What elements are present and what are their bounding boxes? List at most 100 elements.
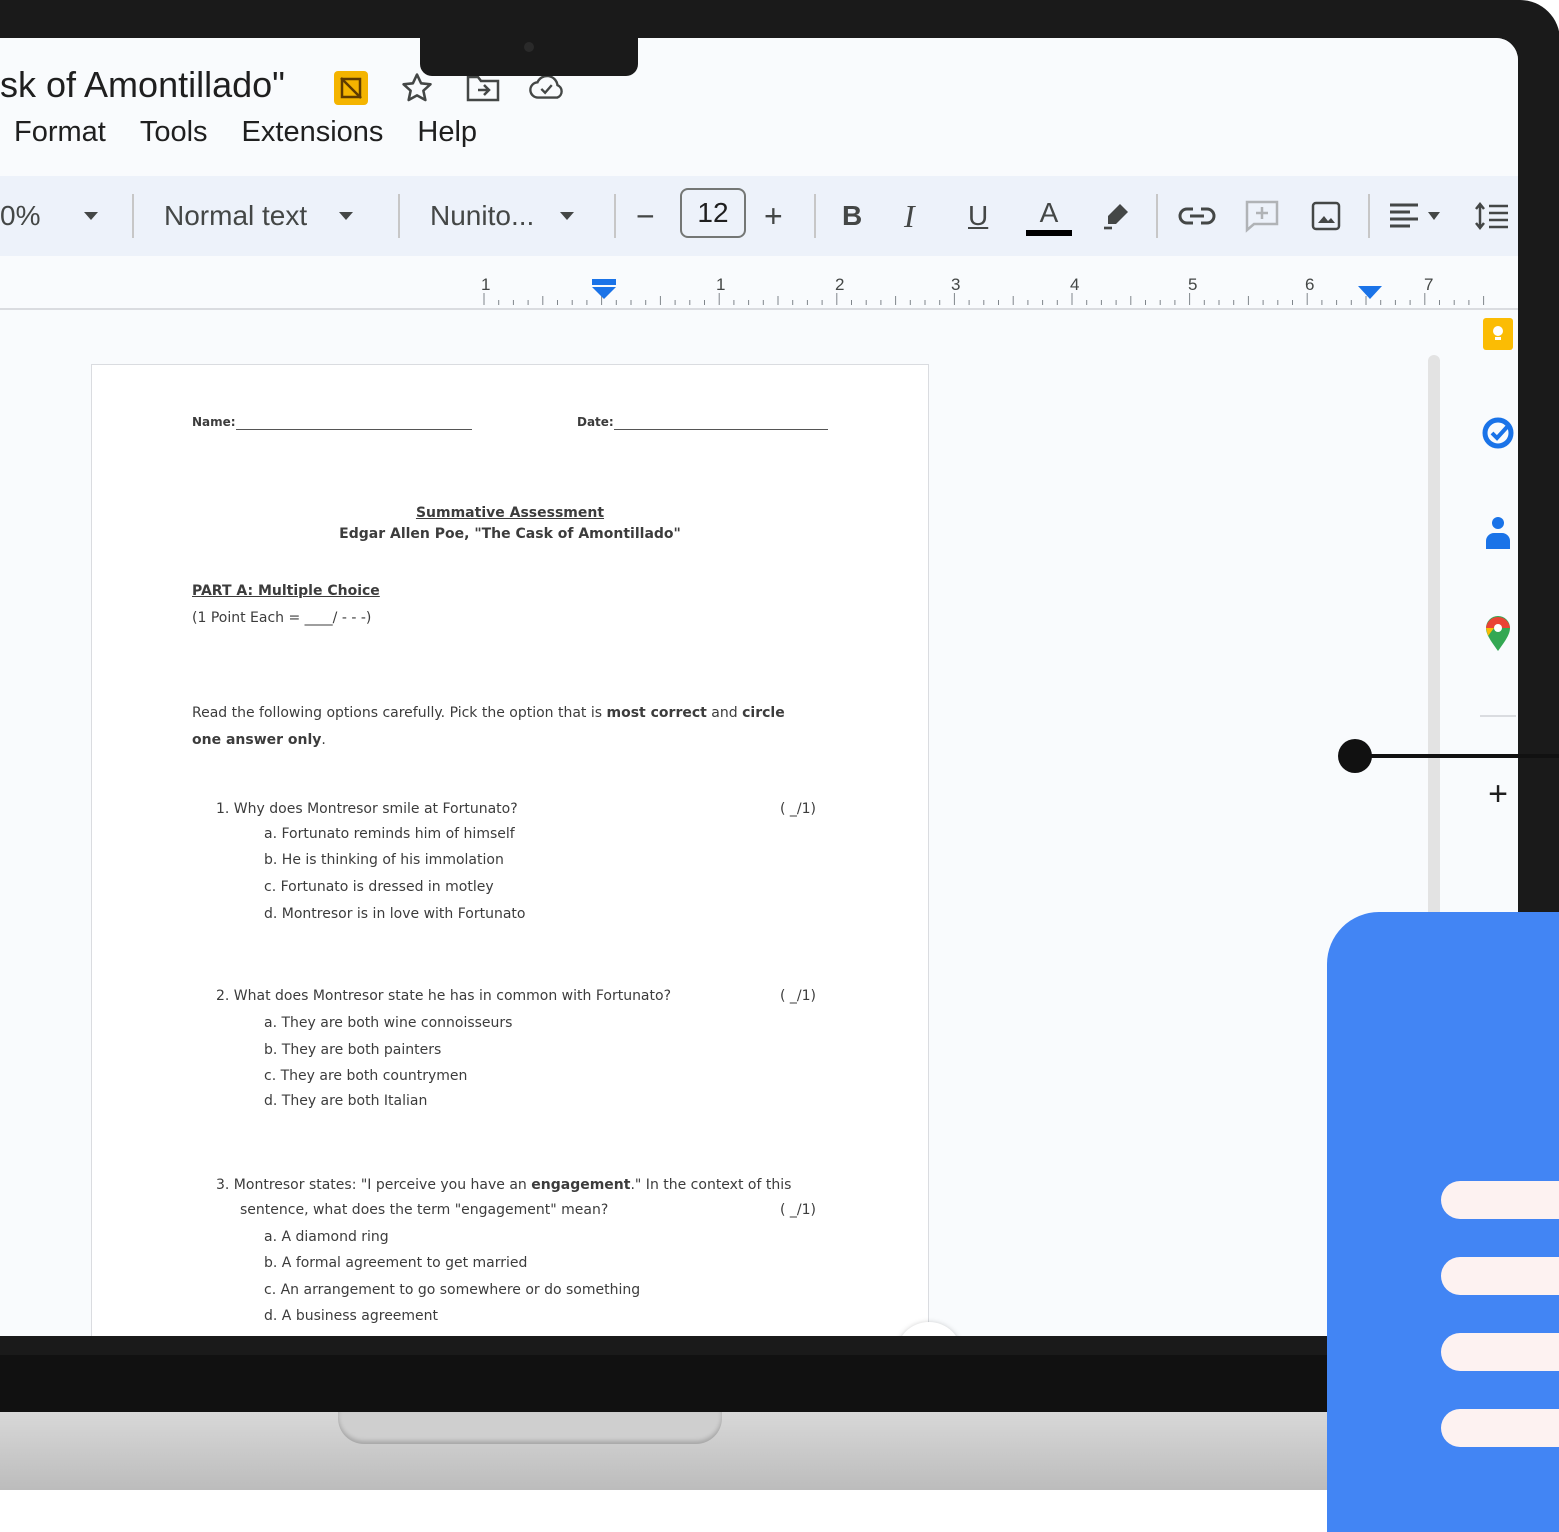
ruler-tick-label: 5 <box>1188 275 1198 294</box>
increase-font-size-button[interactable]: + <box>764 176 783 256</box>
ruler-tick-label: 7 <box>1424 275 1434 294</box>
laptop-deck <box>0 1412 1559 1490</box>
toolbar-divider <box>1368 194 1370 238</box>
instructions-emphasis: one answer only <box>192 732 322 748</box>
zoom-select[interactable]: 0% <box>0 176 99 256</box>
document-title[interactable]: sk of Amontillado" <box>0 64 285 106</box>
ruler[interactable]: 1 1 2 3 4 5 6 7 <box>0 263 1518 310</box>
magic-pen-icon <box>896 1322 962 1336</box>
add-comment-icon[interactable] <box>1244 176 1280 256</box>
menu-bar: Format Tools Extensions Help <box>14 116 511 149</box>
chevron-down-icon <box>560 212 575 220</box>
font-size-input[interactable]: 12 <box>680 188 746 238</box>
bold-button[interactable]: B <box>842 176 862 256</box>
ruler-scale <box>483 293 1485 305</box>
instructions-text: and <box>706 705 743 721</box>
decrease-font-size-button[interactable]: − <box>636 176 655 256</box>
highlight-icon[interactable] <box>1100 176 1132 256</box>
edit-suggestion-button[interactable] <box>896 1322 962 1336</box>
font-select[interactable]: Nunito... <box>430 176 575 256</box>
question-3-line-2: sentence, what does the term "engagement… <box>240 1202 609 1218</box>
ruler-tick-label: 2 <box>835 275 845 294</box>
question-1-score: ( _/1) <box>780 801 816 817</box>
question-1-option: c. Fortunato is dressed in motley <box>264 879 494 895</box>
instructions-line-1: Read the following options carefully. Pi… <box>192 705 785 721</box>
ruler-tick-label: 4 <box>1070 275 1080 294</box>
text-color-button[interactable]: A <box>1026 176 1072 256</box>
question-1-option: a. Fortunato reminds him of himself <box>264 826 515 842</box>
question-3-emphasis: engagement <box>531 1177 631 1193</box>
instructions-emphasis: most correct <box>606 705 707 721</box>
menu-extensions[interactable]: Extensions <box>242 116 384 149</box>
name-label: Name: <box>192 415 236 429</box>
question-1-option: d. Montresor is in love with Fortunato <box>264 906 526 922</box>
document-canvas: Name: Date: Summative Assessment Edgar A… <box>0 310 1518 1336</box>
part-title: PART A: Multiple Choice <box>192 583 380 599</box>
question-2-option: c. They are both countrymen <box>264 1068 468 1084</box>
docs-logo-line <box>1441 1409 1559 1447</box>
part-points: (1 Point Each = ____/ - - -) <box>192 610 372 626</box>
keep-icon[interactable] <box>1480 316 1516 352</box>
italic-button[interactable]: I <box>904 176 915 256</box>
instructions-emphasis: circle <box>742 705 785 721</box>
chevron-down-icon <box>84 212 99 220</box>
question-3: 3. Montresor states: "I perceive you hav… <box>216 1177 791 1193</box>
ruler-tick-label: 1 <box>716 275 726 294</box>
align-select[interactable] <box>1388 176 1440 256</box>
add-addon-button[interactable]: + <box>1480 775 1516 813</box>
laptop-screen: sk of Amontillado" Format Tools Extensio… <box>0 38 1518 1336</box>
underline-button[interactable]: U <box>968 176 988 256</box>
document-page[interactable]: Name: Date: Summative Assessment Edgar A… <box>92 365 928 1336</box>
question-3-option: c. An arrangement to go somewhere or do … <box>264 1282 641 1298</box>
zoom-value: 0% <box>0 200 41 231</box>
tasks-icon[interactable] <box>1480 415 1516 451</box>
contacts-icon[interactable] <box>1480 515 1516 551</box>
line-spacing-icon[interactable] <box>1474 176 1510 256</box>
toolbar-divider <box>132 194 134 238</box>
docs-logo-line <box>1441 1257 1559 1295</box>
question-2-score: ( _/1) <box>780 988 816 1004</box>
callout-dot <box>1338 739 1372 773</box>
menu-help[interactable]: Help <box>417 116 477 149</box>
name-underline <box>236 429 472 430</box>
chevron-down-icon <box>1428 212 1440 220</box>
assessment-subheading: Edgar Allen Poe, "The Cask of Amontillad… <box>339 526 681 542</box>
left-indent-marker[interactable] <box>591 279 617 306</box>
font-value: Nunito... <box>430 200 535 231</box>
right-indent-marker[interactable] <box>1357 285 1383 306</box>
align-left-icon <box>1390 203 1418 228</box>
side-panel-divider <box>1480 715 1516 717</box>
question-2-option: a. They are both wine connoisseurs <box>264 1015 513 1031</box>
question-3-text: 3. Montresor states: "I perceive you hav… <box>216 1177 532 1193</box>
ruler-tick-label: 3 <box>951 275 961 294</box>
question-3-option: a. A diamond ring <box>264 1229 389 1245</box>
assessment-heading: Summative Assessment <box>415 505 605 521</box>
instructions-text: . <box>321 732 326 748</box>
ruler-tick-label: 6 <box>1305 275 1315 294</box>
chevron-down-icon <box>339 212 354 220</box>
style-select[interactable]: Normal text <box>164 176 354 256</box>
toolbar-divider <box>398 194 400 238</box>
date-label: Date: <box>577 415 614 429</box>
camera-notch <box>420 30 638 76</box>
question-2-option: b. They are both painters <box>264 1042 442 1058</box>
toolbar-divider <box>814 194 816 238</box>
laptop-notch <box>338 1412 722 1444</box>
question-2-option: d. They are both Italian <box>264 1093 428 1109</box>
laptop-hinge-bar <box>0 1355 1559 1415</box>
docs-logo-line <box>1441 1333 1559 1371</box>
toolbar-divider <box>614 194 616 238</box>
date-underline <box>614 429 828 430</box>
no-access-icon[interactable] <box>332 68 370 108</box>
instructions-text: Read the following options carefully. Pi… <box>192 705 607 721</box>
title-bar: sk of Amontillado" Format Tools Extensio… <box>0 38 1518 174</box>
toolbar: 0% Normal text Nunito... − + B I U A <box>0 176 1518 256</box>
question-1: 1. Why does Montresor smile at Fortunato… <box>216 801 518 817</box>
insert-image-icon[interactable] <box>1310 176 1342 256</box>
maps-icon[interactable] <box>1480 616 1516 652</box>
menu-tools[interactable]: Tools <box>140 116 208 149</box>
instructions-line-2: one answer only. <box>192 732 326 748</box>
link-icon[interactable] <box>1178 176 1216 256</box>
menu-format[interactable]: Format <box>14 116 106 149</box>
question-3-score: ( _/1) <box>780 1202 816 1218</box>
